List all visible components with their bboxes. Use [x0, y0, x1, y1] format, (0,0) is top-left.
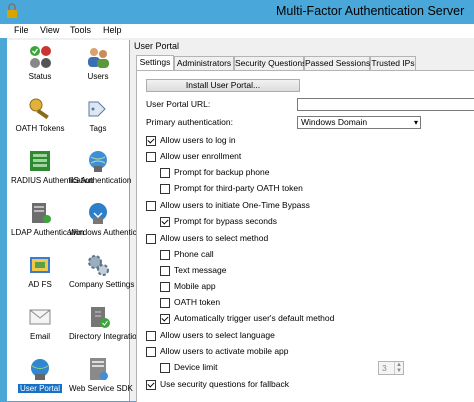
- web-service-sdk-icon: [90, 358, 108, 380]
- sidebar-item-label: Company Settings: [69, 280, 135, 289]
- checkbox[interactable]: [160, 250, 170, 260]
- tab-trusted-ips[interactable]: Trusted IPs: [370, 56, 416, 70]
- company-settings-icon: [88, 255, 109, 276]
- sidebar-item-label: User Portal: [17, 384, 62, 393]
- checkbox[interactable]: [146, 331, 156, 341]
- sidebar-item-label: Web Service SDK: [69, 384, 133, 393]
- sidebar-item-directory-integration[interactable]: Directory Integration: [69, 304, 141, 341]
- ldap-icon: [32, 203, 51, 223]
- checkbox[interactable]: [146, 152, 156, 162]
- checkbox[interactable]: [146, 234, 156, 244]
- sidebar-item-user-portal[interactable]: User Portal: [11, 356, 69, 393]
- sidebar-item-users[interactable]: Users: [69, 44, 127, 81]
- sidebar-item-label: AD FS: [28, 280, 52, 289]
- menu-bar: File View Tools Help: [0, 24, 474, 38]
- sidebar-item-status[interactable]: Status: [11, 44, 69, 81]
- user-portal-url-label: User Portal URL:: [146, 99, 211, 109]
- sidebar-item-web-service-sdk[interactable]: Web Service SDK: [69, 356, 133, 393]
- checkbox[interactable]: [146, 201, 156, 211]
- sidebar-item-email[interactable]: Email: [11, 304, 69, 341]
- sidebar-item-label: Directory Integration: [69, 332, 142, 341]
- sidebar-item-label: IIS Authentication: [69, 176, 132, 185]
- checkbox[interactable]: [160, 217, 170, 227]
- checkbox[interactable]: [160, 363, 170, 373]
- menu-tools[interactable]: Tools: [70, 25, 91, 35]
- sidebar-item-iis-authentication[interactable]: IIS Authentication: [69, 148, 131, 185]
- checkbox[interactable]: [160, 168, 170, 178]
- checkbox[interactable]: [146, 136, 156, 146]
- radius-icon: [30, 151, 50, 171]
- users-icon: [88, 48, 109, 68]
- menu-help[interactable]: Help: [103, 25, 122, 35]
- user-portal-icon: [31, 359, 49, 380]
- sidebar: Status Users OATH Tokens Tags RADIUS Aut…: [7, 40, 154, 401]
- panel-title: User Portal: [134, 41, 180, 51]
- device-limit-spinner[interactable]: 3 ▲ ▼: [378, 361, 404, 375]
- spinner-arrows-icon[interactable]: ▲ ▼: [394, 362, 403, 374]
- primary-authentication-select[interactable]: Windows Domain ▾: [297, 116, 421, 129]
- checkbox[interactable]: [146, 380, 156, 390]
- chevron-down-icon: ▾: [413, 118, 418, 127]
- sidebar-item-ldap-authentication[interactable]: LDAP Authentication: [11, 200, 84, 237]
- install-user-portal-button[interactable]: Install User Portal...: [146, 79, 300, 92]
- device-limit-value: 3: [382, 363, 387, 373]
- sidebar-item-label: Email: [29, 332, 50, 341]
- status-icon: [30, 46, 51, 68]
- checkbox[interactable]: [160, 266, 170, 276]
- sidebar-item-windows-authentication[interactable]: Windows Authentication: [69, 200, 154, 237]
- sidebar-item-ad-fs[interactable]: AD FS: [11, 252, 69, 289]
- checkbox[interactable]: [160, 314, 170, 324]
- sidebar-item-label: Users: [87, 72, 109, 81]
- tab-settings[interactable]: Settings: [136, 55, 174, 71]
- tab-passed-sessions[interactable]: Passed Sessions: [304, 56, 370, 70]
- user-portal-url-input[interactable]: [297, 98, 474, 111]
- settings-panel: Install User Portal... User Portal URL: …: [136, 70, 474, 402]
- iis-icon: [89, 151, 107, 172]
- sidebar-item-label: Tags: [89, 124, 107, 133]
- sidebar-item-tags[interactable]: Tags: [69, 96, 127, 133]
- primary-authentication-value: Windows Domain: [301, 117, 368, 127]
- sidebar-item-company-settings[interactable]: Company Settings: [69, 252, 134, 289]
- menu-view[interactable]: View: [40, 25, 59, 35]
- sidebar-item-oath-tokens[interactable]: OATH Tokens: [11, 96, 69, 133]
- directory-integration-icon: [91, 307, 110, 328]
- windows-auth-icon: [89, 203, 107, 224]
- sidebar-item-label: Status: [28, 72, 52, 81]
- tab-administrators[interactable]: Administrators: [174, 56, 234, 70]
- email-icon: [29, 309, 51, 325]
- sidebar-item-label: OATH Tokens: [15, 124, 65, 133]
- checkbox[interactable]: [146, 347, 156, 357]
- tab-security-questions[interactable]: Security Questions: [234, 56, 306, 70]
- adfs-icon: [30, 257, 50, 273]
- primary-authentication-label: Primary authentication:: [146, 117, 233, 127]
- main-window-client: Status Users OATH Tokens Tags RADIUS Aut…: [7, 38, 474, 402]
- checkbox[interactable]: [160, 184, 170, 194]
- checkbox[interactable]: [160, 282, 170, 292]
- checkbox[interactable]: [160, 298, 170, 308]
- title-bar: Multi-Factor Authentication Server: [0, 0, 474, 24]
- window-title: Multi-Factor Authentication Server: [276, 4, 465, 18]
- app-lock-icon: [7, 3, 17, 18]
- oath-tokens-icon: [29, 98, 49, 120]
- tags-icon: [88, 101, 106, 117]
- menu-file[interactable]: File: [14, 25, 29, 35]
- sidebar-item-radius-authentication[interactable]: RADIUS Authentication: [11, 148, 94, 185]
